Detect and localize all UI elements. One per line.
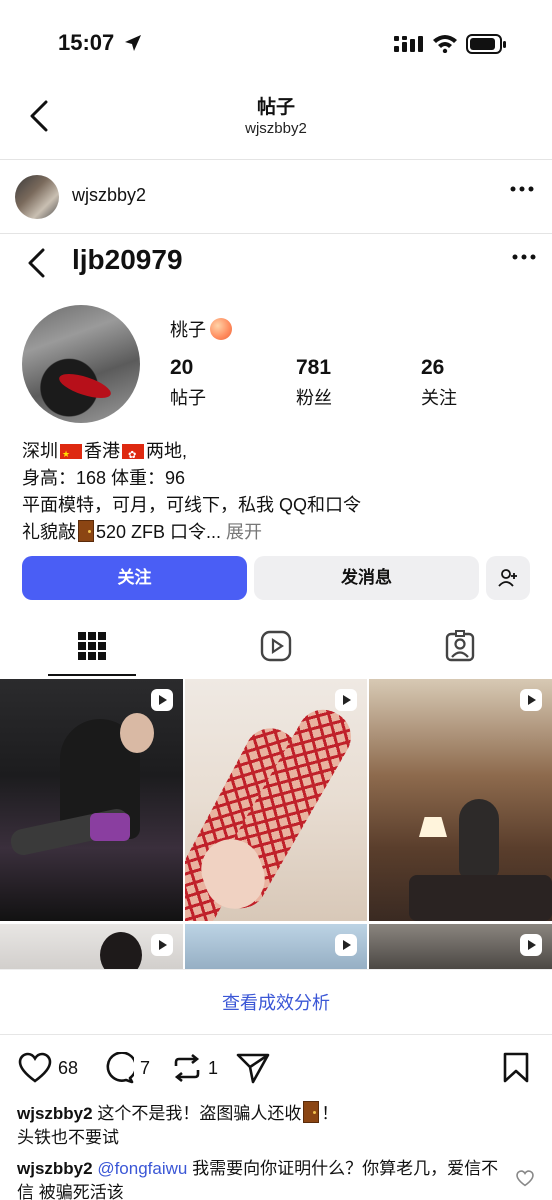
post-actions: 68 7 1	[0, 1046, 552, 1096]
nav-header: 帖子 wjszbby2	[0, 84, 552, 160]
door-emoji-icon	[78, 520, 94, 542]
author-avatar[interactable]	[15, 175, 59, 219]
caption-comment: wjszbby2 这个不是我！盗图骗人还收！ 头铁也不要试	[17, 1101, 537, 1150]
post-image[interactable]: ljb20979 桃子 20帖子 781粉丝 26关注 深圳香港两地, 身高：1…	[0, 234, 552, 969]
grid-photo	[369, 924, 552, 969]
hong-kong-flag-icon	[122, 442, 144, 469]
video-badge-icon	[151, 689, 173, 711]
grid-photo	[369, 679, 552, 921]
comment-bubble-icon	[106, 1052, 134, 1084]
grid-icon	[78, 632, 106, 660]
profile-bio: 深圳香港两地, 身高：168 体重：96 平面模特，可月，可线下，私我 QQ和口…	[22, 438, 361, 546]
location-arrow-icon	[125, 35, 141, 51]
video-badge-icon	[335, 934, 357, 956]
comment-button[interactable]: 7	[102, 1052, 150, 1084]
repost-icon	[174, 1053, 200, 1083]
share-send-icon[interactable]	[236, 1052, 270, 1084]
profile-avatar	[22, 305, 140, 423]
video-badge-icon	[151, 934, 173, 956]
grid-photo	[185, 679, 367, 921]
page-title: 帖子	[256, 97, 295, 118]
china-flag-icon	[60, 441, 82, 468]
cellular-signal-icon	[394, 36, 423, 52]
like-button[interactable]: 68	[18, 1052, 78, 1084]
comment-item: wjszbby2 @fongfaiwu 我需要向你证明什么？你算老几，爱信不信 …	[17, 1159, 499, 1200]
follow-button: 关注	[22, 556, 247, 600]
active-tab-indicator	[48, 674, 136, 676]
stat-followers: 781 粉丝	[296, 356, 332, 408]
door-emoji-icon	[303, 1101, 320, 1123]
bookmark-icon[interactable]	[502, 1052, 530, 1084]
status-bar: 15:07	[0, 0, 552, 84]
grid-photo	[0, 924, 183, 969]
comment-count: 7	[140, 1057, 151, 1078]
status-time: 15:07	[58, 30, 115, 55]
profile-nickname: 桃子	[170, 316, 232, 342]
profile-handle: ljb20979	[72, 244, 183, 275]
page-subtitle: wjszbby2	[245, 120, 307, 137]
author-username[interactable]: wjszbby2	[72, 185, 146, 206]
post-author-row: wjszbby2	[0, 160, 552, 234]
video-badge-icon	[520, 934, 542, 956]
profile-back-chevron-icon	[28, 248, 45, 278]
grid-photo	[0, 679, 183, 921]
video-badge-icon	[335, 689, 357, 711]
comment-username[interactable]: wjszbby2	[17, 1104, 93, 1123]
profile-tabs	[0, 616, 552, 678]
add-person-icon	[498, 569, 517, 587]
message-button: 发消息	[254, 556, 479, 600]
more-options-icon[interactable]	[510, 186, 534, 192]
view-insights-link[interactable]: 查看成效分析	[0, 969, 552, 1035]
profile-more-icon	[512, 254, 536, 260]
reels-play-icon	[260, 630, 292, 662]
tagged-person-icon	[445, 630, 475, 662]
video-badge-icon	[520, 689, 542, 711]
comment-like-heart-icon[interactable]	[516, 1170, 534, 1187]
like-count: 68	[58, 1057, 79, 1078]
repost-count: 1	[208, 1057, 219, 1078]
profile-photo-grid	[0, 679, 552, 969]
stat-following: 26 关注	[421, 356, 457, 408]
add-friend-button	[486, 556, 530, 600]
wifi-icon	[433, 35, 457, 53]
mention-link[interactable]: @fongfaiwu	[97, 1159, 187, 1178]
battery-icon	[466, 34, 506, 54]
heart-icon	[18, 1052, 52, 1083]
peach-emoji-icon	[210, 318, 232, 340]
grid-photo	[185, 924, 367, 969]
repost-button[interactable]: 1	[172, 1052, 218, 1084]
comment-username[interactable]: wjszbby2	[17, 1159, 93, 1178]
stat-posts: 20 帖子	[170, 356, 206, 408]
